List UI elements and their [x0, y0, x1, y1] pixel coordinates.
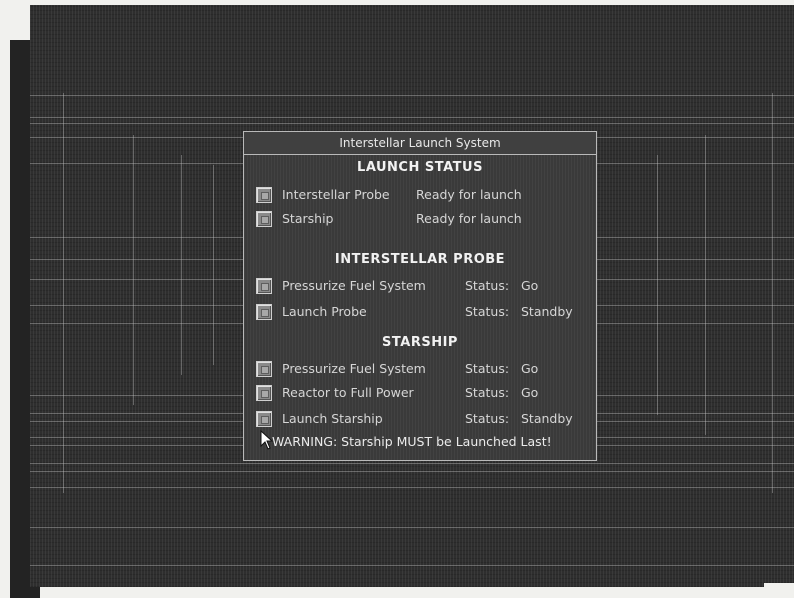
reactor-power-checkbox[interactable]: [256, 385, 272, 401]
checkbox-mark: [261, 192, 269, 200]
grid-line: [30, 95, 794, 96]
grid-line: [30, 117, 794, 118]
status-value: Standby: [521, 304, 573, 319]
grid-line: [30, 471, 794, 472]
grid-line: [772, 93, 773, 493]
status-label: Status:: [465, 304, 510, 319]
launch-status-row-starship: Starship Ready for launch: [256, 209, 596, 229]
desktop-background: Interstellar Launch System LAUNCH STATUS…: [30, 5, 794, 587]
row-label: Launch Starship: [282, 411, 383, 426]
starship-pressurize-checkbox[interactable]: [256, 361, 272, 377]
checkbox-mark: [261, 216, 269, 224]
status-value: Go: [521, 385, 539, 400]
starship-row-reactor: Reactor to Full Power Status: Go: [256, 383, 596, 403]
row-label: Pressurize Fuel System: [282, 361, 426, 376]
warning-message: WARNING: Starship MUST be Launched Last!: [272, 434, 552, 449]
grid-line: [705, 135, 706, 435]
grid-line: [30, 487, 794, 488]
probe-heading: INTERSTELLAR PROBE: [334, 252, 506, 267]
launch-starship-checkbox[interactable]: [256, 411, 272, 427]
probe-row-pressurize: Pressurize Fuel System Status: Go: [256, 276, 596, 296]
grid-line: [657, 155, 658, 415]
starship-row-launch: Launch Starship Status: Standby: [256, 409, 596, 429]
grid-line: [213, 165, 214, 365]
row-label: Reactor to Full Power: [282, 385, 414, 400]
launch-status-heading: LAUNCH STATUS: [357, 160, 483, 175]
row-label: Interstellar Probe: [282, 187, 390, 202]
checkbox-mark: [261, 390, 269, 398]
grid-line: [30, 123, 794, 124]
grid-line: [30, 527, 794, 528]
row-label: Pressurize Fuel System: [282, 278, 426, 293]
status-label: Status:: [465, 385, 510, 400]
dialog-title: Interstellar Launch System: [339, 136, 501, 150]
grid-line: [133, 135, 134, 405]
page: Interstellar Launch System LAUNCH STATUS…: [0, 0, 794, 598]
checkbox-mark: [261, 309, 269, 317]
status-label: Status:: [465, 411, 510, 426]
dialog-title-bar[interactable]: Interstellar Launch System: [244, 132, 596, 155]
grid-line: [181, 155, 182, 375]
row-label: Starship: [282, 211, 334, 226]
row-label: Launch Probe: [282, 304, 367, 319]
mouse-pointer-icon: [260, 430, 274, 450]
status-value: Standby: [521, 411, 573, 426]
row-status: Ready for launch: [416, 187, 522, 202]
page-corner: [764, 583, 794, 598]
status-value: Go: [521, 361, 539, 376]
probe-pressurize-checkbox[interactable]: [256, 278, 272, 294]
starship-heading: STARSHIP: [382, 335, 458, 350]
grid-line: [30, 565, 794, 566]
checkbox-mark: [261, 366, 269, 374]
starship-status-checkbox[interactable]: [256, 211, 272, 227]
grid-line: [63, 93, 64, 493]
launch-probe-checkbox[interactable]: [256, 304, 272, 320]
checkbox-mark: [261, 416, 269, 424]
checkbox-mark: [261, 283, 269, 291]
status-value: Go: [521, 278, 539, 293]
launch-system-dialog: Interstellar Launch System LAUNCH STATUS…: [243, 131, 597, 461]
status-label: Status:: [465, 278, 510, 293]
status-label: Status:: [465, 361, 510, 376]
grid-line: [30, 463, 794, 464]
probe-status-checkbox[interactable]: [256, 187, 272, 203]
starship-row-pressurize: Pressurize Fuel System Status: Go: [256, 359, 596, 379]
row-status: Ready for launch: [416, 211, 522, 226]
launch-status-row-probe: Interstellar Probe Ready for launch: [256, 185, 596, 205]
probe-row-launch: Launch Probe Status: Standby: [256, 302, 596, 322]
